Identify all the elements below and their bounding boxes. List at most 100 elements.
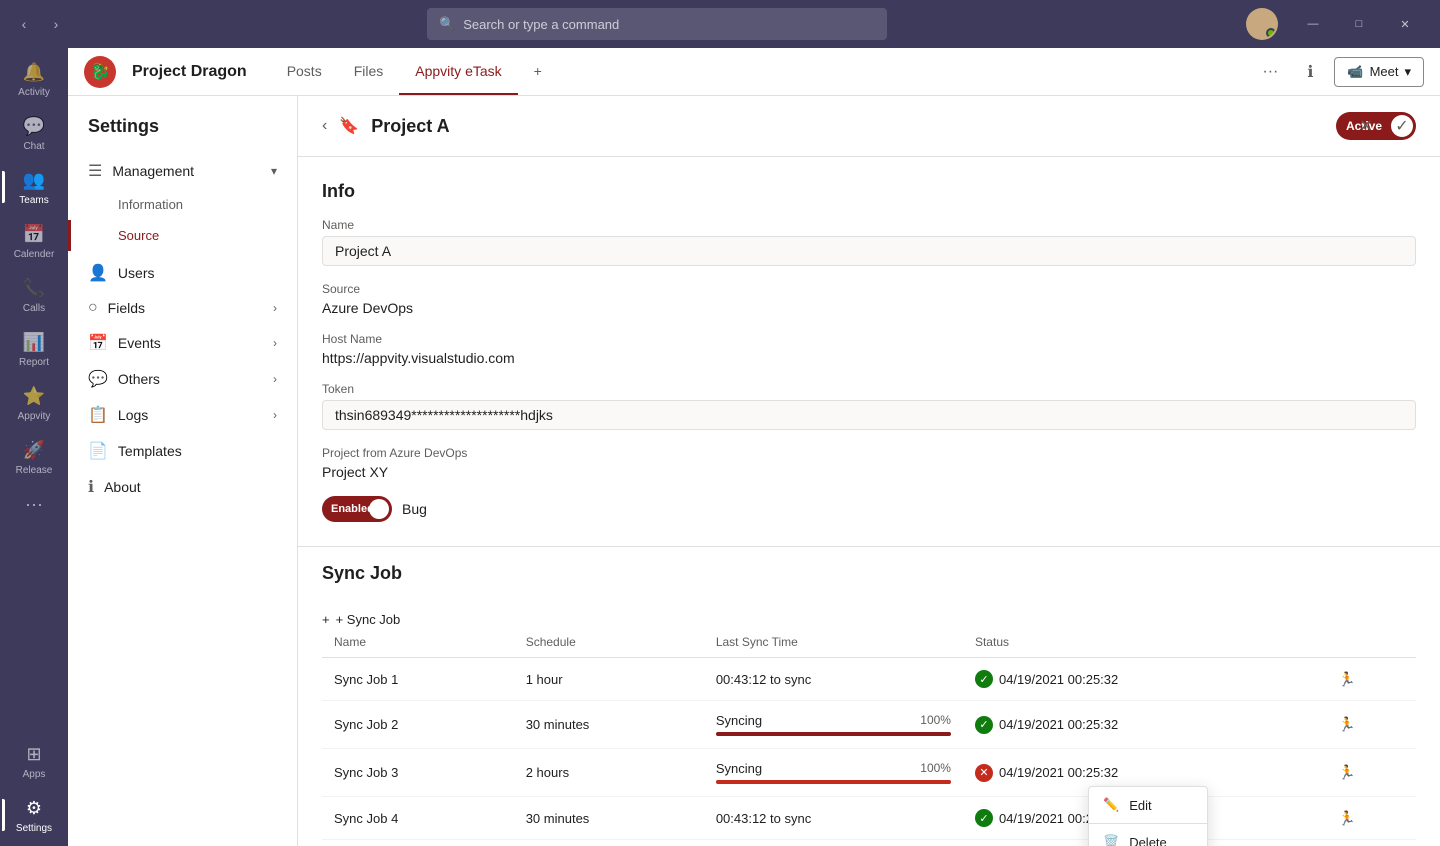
settings-section-management: ☰ Management ▾ Information Source (68, 153, 297, 251)
activity-icon: 🔔 (22, 60, 46, 84)
fields-chevron-icon: › (273, 301, 277, 315)
col-schedule: Schedule (514, 627, 704, 658)
confirm-form-button[interactable]: ✓ (1388, 112, 1416, 140)
sidebar-item-label: Teams (19, 195, 48, 206)
about-icon: ℹ (88, 477, 94, 497)
field-hostname: Host Name https://appvity.visualstudio.c… (322, 332, 1416, 366)
close-button[interactable]: ✕ (1382, 8, 1428, 40)
info-button[interactable]: ℹ (1294, 56, 1326, 88)
calls-icon: 📞 (22, 276, 46, 300)
search-bar[interactable]: 🔍 Search or type a command (427, 8, 887, 40)
job-name: Sync Job 3 (322, 749, 514, 797)
back-button[interactable]: ‹ (322, 117, 327, 135)
events-header[interactable]: 📅 Events › (68, 325, 297, 361)
job-name: Sync Job 2 (322, 701, 514, 749)
job-schedule: 1 hour (514, 658, 704, 701)
avatar[interactable] (1246, 8, 1278, 40)
sidebar-item-apps[interactable]: ⊞ Apps (2, 734, 66, 788)
meet-icon: 📹 (1347, 64, 1363, 80)
others-header[interactable]: 💬 Others › (68, 361, 297, 397)
sync-section: Sync Job + + Sync Job Name Schedule Last… (298, 563, 1440, 840)
more-options-button[interactable]: ··· (1254, 56, 1286, 88)
bug-label: Bug (402, 501, 427, 517)
search-placeholder: Search or type a command (463, 17, 619, 32)
search-icon: 🔍 (439, 16, 455, 32)
sidebar-item-appvity[interactable]: ⭐ Appvity (2, 376, 66, 430)
run-icon[interactable]: 🏃 (1338, 716, 1355, 732)
others-chevron-icon: › (273, 372, 277, 386)
enabled-circle (369, 499, 389, 519)
nav-forward-button[interactable]: › (44, 12, 68, 36)
meet-label: Meet (1370, 64, 1399, 79)
token-label: Token (322, 382, 1416, 396)
report-icon: 📊 (22, 330, 46, 354)
tab-appvity-etask[interactable]: Appvity eTask (399, 49, 517, 95)
field-source: Source Azure DevOps (322, 282, 1416, 316)
more-icon: ··· (22, 492, 46, 516)
info-title: Info (322, 181, 1416, 202)
run-icon[interactable]: 🏃 (1338, 810, 1355, 826)
sidebar-item-label: Calender (14, 249, 55, 260)
about-label: About (104, 479, 141, 495)
about-header[interactable]: ℹ About (68, 469, 297, 505)
run-icon[interactable]: 🏃 (1338, 764, 1355, 780)
logs-icon: 📋 (88, 405, 108, 425)
col-last-sync: Last Sync Time (704, 627, 963, 658)
logs-header[interactable]: 📋 Logs › (68, 397, 297, 433)
main-panel: ‹ 🔖 Project A Active ✕ ✓ (298, 96, 1440, 846)
team-logo: 🐉 (84, 56, 116, 88)
users-label: Users (118, 265, 155, 281)
enabled-toggle-pill[interactable]: Enabled (322, 496, 392, 522)
tab-posts[interactable]: Posts (271, 49, 338, 95)
context-menu-delete[interactable]: 🗑️ Delete (1089, 824, 1207, 846)
job-name: Sync Job 1 (322, 658, 514, 701)
settings-sub-information[interactable]: Information (68, 189, 297, 220)
project-header: ‹ 🔖 Project A Active (298, 96, 1440, 157)
sync-jobs-table: Name Schedule Last Sync Time Status Sync… (322, 627, 1416, 840)
fields-header[interactable]: ○ Fields › (68, 291, 297, 325)
users-icon: 👤 (88, 263, 108, 283)
sidebar-item-settings[interactable]: ⚙ Settings (2, 788, 66, 842)
field-project-from: Project from Azure DevOps Project XY (322, 446, 1416, 480)
context-menu-edit[interactable]: ✏️ Edit (1089, 787, 1207, 823)
job-last-sync: Syncing 100% (704, 701, 963, 749)
sidebar-item-release[interactable]: 🚀 Release (2, 430, 66, 484)
management-header[interactable]: ☰ Management ▾ (68, 153, 297, 189)
info-section: Info Name Source Azure DevOps Host Name … (298, 157, 1440, 522)
sidebar-item-report[interactable]: 📊 Report (2, 322, 66, 376)
project-from-label: Project from Azure DevOps (322, 446, 1416, 460)
sidebar-item-label: Appvity (18, 411, 51, 422)
settings-sub-source[interactable]: Source (68, 220, 297, 251)
maximize-button[interactable]: □ (1336, 8, 1382, 40)
project-from-value: Project XY (322, 464, 1416, 480)
enabled-label: Enabled (331, 503, 374, 515)
minimize-button[interactable]: — (1290, 8, 1336, 40)
sidebar-item-chat[interactable]: 💬 Chat (2, 106, 66, 160)
sidebar-item-calendar[interactable]: 📅 Calender (2, 214, 66, 268)
name-input[interactable] (322, 236, 1416, 266)
sidebar-item-teams[interactable]: 👥 Teams (2, 160, 66, 214)
close-form-button[interactable]: ✕ (1352, 112, 1380, 140)
meet-button[interactable]: 📹 Meet ▾ (1334, 57, 1424, 87)
run-icon[interactable]: 🏃 (1338, 671, 1355, 687)
nav-back-button[interactable]: ‹ (12, 12, 36, 36)
tab-files[interactable]: Files (338, 49, 400, 95)
tab-add-button[interactable]: + (518, 49, 558, 95)
teams-icon: 👥 (22, 168, 46, 192)
sidebar-item-more[interactable]: ··· (2, 484, 66, 524)
sidebar-item-label: Release (16, 465, 53, 476)
source-value: Azure DevOps (322, 300, 1416, 316)
add-sync-job-button[interactable]: + + Sync Job (322, 612, 1416, 627)
table-row: Sync Job 3 2 hours Syncing 100% ✕ 04/ (322, 749, 1416, 797)
sidebar-item-activity[interactable]: 🔔 Activity (2, 52, 66, 106)
app-layout: 🔔 Activity 💬 Chat 👥 Teams 📅 Calender 📞 C… (0, 48, 1440, 846)
hostname-label: Host Name (322, 332, 1416, 346)
bookmark-icon: 🔖 (339, 116, 359, 136)
templates-header[interactable]: 📄 Templates (68, 433, 297, 469)
chat-icon: 💬 (22, 114, 46, 138)
sidebar-item-calls[interactable]: 📞 Calls (2, 268, 66, 322)
project-name: Project A (371, 116, 449, 137)
users-header[interactable]: 👤 Users (68, 255, 297, 291)
token-input[interactable] (322, 400, 1416, 430)
left-sidebar: 🔔 Activity 💬 Chat 👥 Teams 📅 Calender 📞 C… (0, 48, 68, 846)
